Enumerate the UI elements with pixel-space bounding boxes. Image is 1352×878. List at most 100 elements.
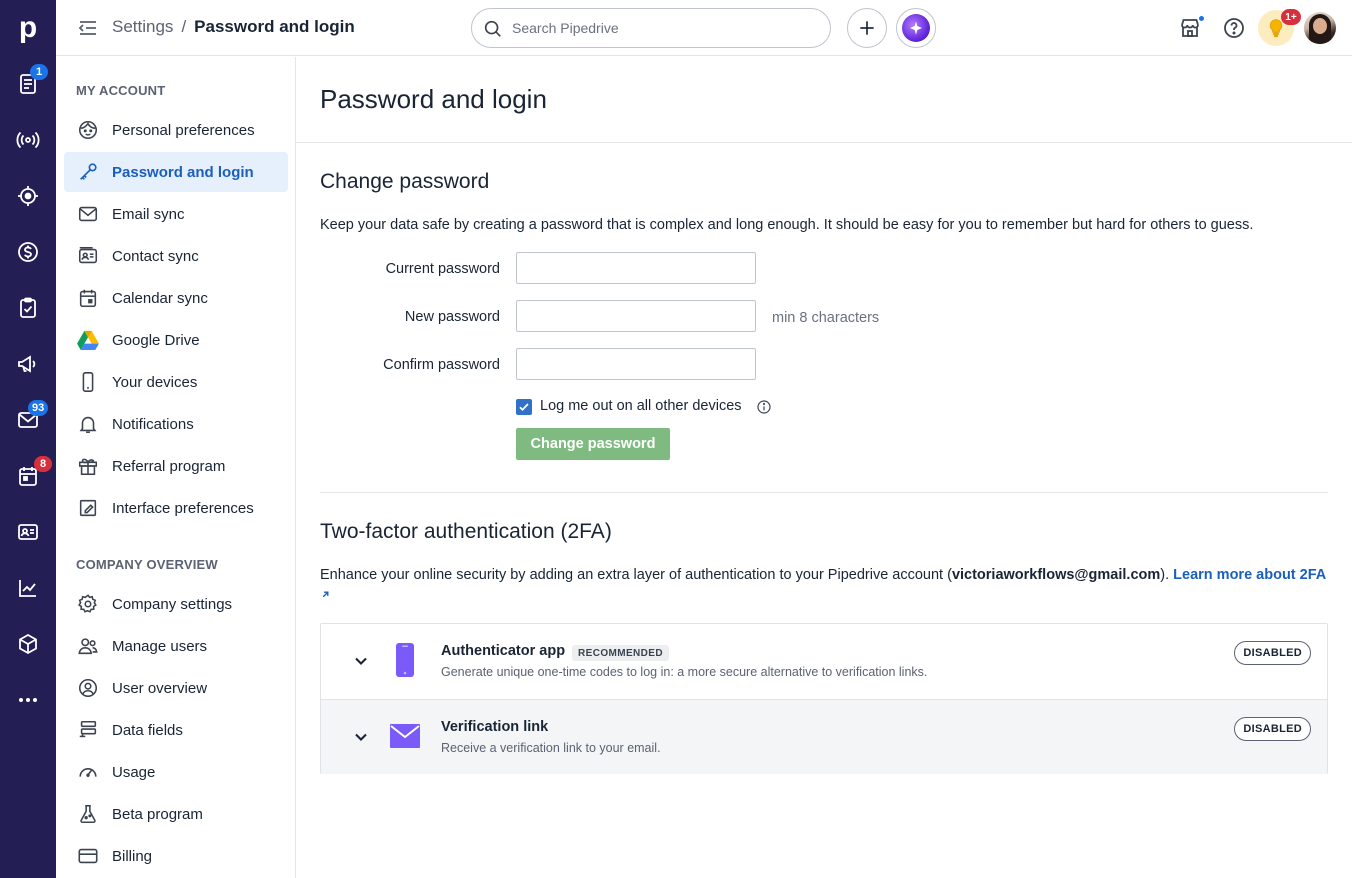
confirm-password-field[interactable]: [516, 348, 756, 380]
menu-collapse-icon: [78, 21, 96, 35]
sidebar-item-referral-program[interactable]: Referral program: [64, 446, 288, 486]
rail-target[interactable]: [0, 168, 56, 224]
sidebar-item-notifications[interactable]: Notifications: [64, 404, 288, 444]
sidebar-item-user-overview[interactable]: User overview: [64, 668, 288, 708]
key-icon: [76, 160, 100, 184]
sidebar-item-label: Your devices: [112, 373, 198, 391]
tfa-method-authenticator-app[interactable]: Authenticator app RECOMMENDED Generate u…: [321, 624, 1327, 699]
rail-leads[interactable]: 1: [0, 56, 56, 112]
credit-card-icon: [76, 844, 100, 868]
face-icon: [76, 118, 100, 142]
rail-contacts[interactable]: [0, 504, 56, 560]
sidebar-item-label: Data fields: [112, 721, 183, 739]
sidebar-item-your-devices[interactable]: Your devices: [64, 362, 288, 402]
sidebar-item-usage[interactable]: Usage: [64, 752, 288, 792]
logo-letter: p: [18, 11, 38, 44]
app-rail: p 1 93 8: [0, 0, 56, 878]
expand-button[interactable]: [351, 727, 371, 750]
logout-other-devices-checkbox[interactable]: [516, 399, 532, 415]
deals-icon: [18, 242, 38, 262]
more-icon: [19, 698, 37, 702]
expand-button[interactable]: [351, 651, 371, 674]
sidebar-item-label: Calendar sync: [112, 289, 208, 307]
sidebar-item-interface-preferences[interactable]: Interface preferences: [64, 488, 288, 528]
rail-campaigns[interactable]: [0, 336, 56, 392]
sidebar-item-calendar-sync[interactable]: Calendar sync: [64, 278, 288, 318]
collapse-menu-button[interactable]: [76, 16, 100, 40]
sidebar-item-label: Company settings: [112, 595, 233, 613]
marketplace-dot: [1198, 15, 1205, 22]
sidebar-item-label: Password and login: [112, 163, 254, 181]
method-subtitle: Receive a verification link to your emai…: [441, 741, 661, 755]
sparkle-icon: [902, 14, 930, 42]
search-input[interactable]: [512, 20, 812, 36]
help-icon: [1224, 18, 1244, 38]
rail-projects[interactable]: [0, 280, 56, 336]
gauge-icon: [76, 760, 100, 784]
radar-icon: [16, 131, 40, 149]
tfa-email: victoriaworkflows@gmail.com: [951, 567, 1161, 583]
rail-deals[interactable]: [0, 224, 56, 280]
rail-activities[interactable]: 8: [0, 448, 56, 504]
rail-radar[interactable]: [0, 112, 56, 168]
chevron-down-icon: [355, 733, 367, 741]
change-password-description: Keep your data safe by creating a passwo…: [320, 217, 1254, 233]
quick-add-button[interactable]: [847, 8, 887, 48]
chevron-down-icon: [355, 657, 367, 665]
ai-assistant-button[interactable]: [896, 8, 936, 48]
logout-other-devices-label[interactable]: Log me out on all other devices: [540, 398, 742, 414]
sidebar-item-company-settings[interactable]: Company settings: [64, 584, 288, 624]
checkmark-icon: [519, 403, 529, 412]
method-title: Authenticator app: [441, 643, 566, 659]
page-title: Password and login: [320, 84, 547, 114]
search-box[interactable]: [471, 8, 831, 48]
sidebar-item-label: Interface preferences: [112, 499, 254, 517]
target-icon: [18, 186, 38, 206]
top-bar: Settings / Password and login 1+: [56, 0, 1352, 56]
search-icon: [484, 20, 501, 37]
tfa-methods-list: Authenticator app RECOMMENDED Generate u…: [320, 623, 1328, 774]
tfa-method-verification-link[interactable]: Verification link Receive a verification…: [321, 699, 1327, 774]
sidebar-item-personal-preferences[interactable]: Personal preferences: [64, 110, 288, 150]
sidebar-item-data-fields[interactable]: Data fields: [64, 710, 288, 750]
learn-more-link-label: Learn more about 2FA: [1173, 567, 1326, 583]
products-icon: [19, 633, 37, 655]
rail-mail[interactable]: 93: [0, 392, 56, 448]
sidebar-item-label: Beta program: [112, 805, 203, 823]
settings-sidebar: MY ACCOUNT Personal preferences Password…: [56, 57, 296, 878]
contact-card-icon: [76, 244, 100, 268]
rail-insights[interactable]: [0, 560, 56, 616]
sidebar-item-label: Contact sync: [112, 247, 199, 265]
main-content: Password and login Change password Keep …: [296, 57, 1352, 878]
breadcrumb: Settings / Password and login: [112, 17, 355, 37]
rail-products[interactable]: [0, 616, 56, 672]
sidebar-item-label: Billing: [112, 847, 153, 865]
change-password-button[interactable]: Change password: [516, 428, 670, 460]
projects-icon: [20, 297, 36, 318]
info-icon[interactable]: [756, 399, 772, 418]
company-overview-title: COMPANY OVERVIEW: [76, 557, 218, 572]
tfa-desc-suffix: ).: [1160, 567, 1174, 583]
sidebar-item-label: Google Drive: [112, 331, 200, 349]
sidebar-item-contact-sync[interactable]: Contact sync: [64, 236, 288, 276]
tfa-desc-prefix: Enhance your online security by adding a…: [320, 567, 952, 583]
sidebar-item-billing[interactable]: Billing: [64, 836, 288, 876]
new-password-field[interactable]: [516, 300, 756, 332]
sidebar-item-label: Manage users: [112, 637, 208, 655]
rail-more[interactable]: [0, 672, 56, 728]
sidebar-item-beta-program[interactable]: Beta program: [64, 794, 288, 834]
sidebar-item-email-sync[interactable]: Email sync: [64, 194, 288, 234]
sidebar-item-label: Referral program: [112, 457, 226, 475]
edit-square-icon: [76, 496, 100, 520]
breadcrumb-settings[interactable]: Settings: [112, 17, 173, 37]
tfa-description: Enhance your online security by adding a…: [320, 565, 1330, 607]
current-password-field[interactable]: [516, 252, 756, 284]
sidebar-item-password-and-login[interactable]: Password and login: [64, 152, 288, 192]
sidebar-item-manage-users[interactable]: Manage users: [64, 626, 288, 666]
plus-icon: [860, 21, 874, 35]
help-button[interactable]: [1220, 14, 1248, 42]
envelope-icon: [389, 718, 421, 757]
sidebar-item-google-drive[interactable]: Google Drive: [64, 320, 288, 360]
avatar[interactable]: [1304, 12, 1336, 44]
pipedrive-logo[interactable]: p: [0, 0, 56, 56]
